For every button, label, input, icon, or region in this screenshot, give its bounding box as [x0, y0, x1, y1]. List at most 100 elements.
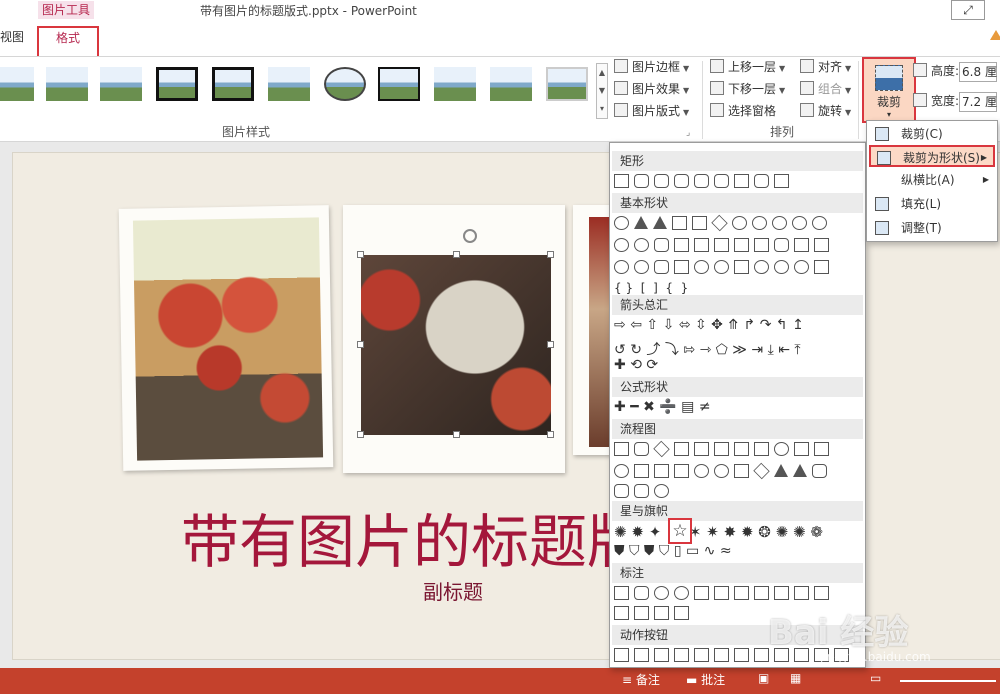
picture-style-thumb[interactable]	[100, 67, 142, 101]
resize-handle[interactable]	[357, 341, 364, 348]
trapezoid-icon[interactable]	[692, 215, 707, 230]
line-callout3-icon[interactable]	[734, 585, 749, 600]
menu-item-crop-to-shape[interactable]: 裁剪为形状(S) ▶	[869, 145, 995, 167]
rotate-button[interactable]: 旋转 ▼	[800, 101, 851, 121]
action-return-icon[interactable]	[734, 647, 749, 662]
round-rectangle-icon[interactable]	[754, 173, 769, 188]
slide-sorter-icon[interactable]: ▦	[790, 671, 801, 685]
down-callout-arrow-icon[interactable]: ⤓	[768, 342, 774, 358]
rounded-rectangle-icon[interactable]	[634, 173, 649, 188]
picture-border-button[interactable]: 图片边框 ▼	[614, 57, 689, 77]
double-bracket-icon[interactable]: { }	[614, 281, 633, 295]
u-turn-arrow-icon[interactable]: ↷	[760, 317, 772, 333]
left-arrow-icon[interactable]: ⇦	[630, 317, 642, 333]
resize-handle[interactable]	[453, 431, 460, 438]
oval-icon[interactable]	[614, 215, 629, 230]
gallery-up-icon[interactable]: ▲	[597, 64, 607, 82]
star12-icon[interactable]: ❂	[758, 523, 771, 541]
picture-style-thumb[interactable]	[0, 67, 34, 101]
chord-icon[interactable]	[634, 237, 649, 252]
right-arrow-icon[interactable]: ⇨	[614, 317, 626, 333]
down-arrow-icon[interactable]: ⇩	[663, 317, 675, 333]
line-callout-icon[interactable]	[694, 585, 709, 600]
width-input[interactable]: 7.2 厘	[959, 91, 998, 112]
accent-callout3-icon[interactable]	[814, 585, 829, 600]
star8-icon[interactable]: ✸	[724, 523, 737, 541]
resize-handle[interactable]	[547, 431, 554, 438]
accent-callout-icon[interactable]	[774, 585, 789, 600]
star5-icon[interactable]: ☆	[668, 518, 692, 544]
left-callout-arrow-icon[interactable]: ⇤	[778, 342, 790, 358]
chevron-icon[interactable]: ≫	[732, 342, 747, 358]
moon-icon[interactable]	[774, 259, 789, 274]
decision-icon[interactable]	[653, 440, 670, 457]
slideshow-icon[interactable]: ▭	[870, 671, 881, 685]
extract-icon[interactable]	[774, 464, 788, 477]
star7-icon[interactable]: ✷	[706, 523, 719, 541]
vertical-scroll-icon[interactable]: ▯	[674, 543, 682, 559]
pie-icon[interactable]	[614, 237, 629, 252]
divide-icon[interactable]: ➗	[659, 399, 676, 415]
arc-icon[interactable]	[814, 259, 829, 274]
menu-item-aspect-ratio[interactable]: 纵横比(A) ▶	[869, 169, 995, 191]
not-equal-icon[interactable]: ≠	[699, 399, 711, 415]
crop-button[interactable]: 裁剪 ▾	[862, 57, 916, 123]
punched-tape-icon[interactable]	[674, 463, 689, 478]
multidocument-icon[interactable]	[754, 441, 769, 456]
cube-icon[interactable]	[794, 237, 809, 252]
border-callout2-icon[interactable]	[634, 605, 649, 620]
wave-icon[interactable]: ∿	[704, 543, 716, 559]
align-button[interactable]: 对齐 ▼	[800, 57, 851, 77]
triangle-icon[interactable]	[634, 216, 648, 229]
frame-icon[interactable]	[674, 237, 689, 252]
connector-icon[interactable]	[614, 463, 629, 478]
rectangle-icon[interactable]	[734, 173, 749, 188]
equal-icon[interactable]: ▤	[681, 399, 694, 415]
explosion-icon[interactable]: ✺	[614, 523, 627, 541]
picture-style-thumb[interactable]	[156, 67, 198, 101]
minus-icon[interactable]: ━	[630, 399, 638, 415]
action-movie-icon[interactable]	[754, 647, 769, 662]
lightning-icon[interactable]	[734, 259, 749, 274]
menu-item-fit[interactable]: 调整(T)	[869, 217, 995, 239]
circular-arrow-icon[interactable]: ⟳	[646, 357, 658, 373]
up-down-arrow-icon[interactable]: ⇳	[695, 317, 707, 333]
magnetic-disk-icon[interactable]	[634, 483, 649, 498]
border-callout3-icon[interactable]	[654, 605, 669, 620]
plus-icon[interactable]: ✚	[614, 399, 626, 415]
star32-icon[interactable]: ❁	[810, 523, 823, 541]
curved-up-arrow-icon[interactable]: ⤴	[646, 342, 660, 358]
picture-style-thumb[interactable]	[46, 67, 88, 101]
folded-corner-icon[interactable]	[674, 259, 689, 274]
tab-view[interactable]: 视图	[0, 28, 24, 45]
action-beginning-icon[interactable]	[654, 647, 669, 662]
left-bracket-icon[interactable]: [	[641, 281, 646, 295]
picture-style-thumb[interactable]	[378, 67, 420, 101]
right-brace-icon[interactable]: }	[681, 281, 689, 295]
internal-storage-icon[interactable]	[714, 441, 729, 456]
diagonal-stripe-icon[interactable]	[734, 237, 749, 252]
fork-plate-photo[interactable]	[343, 205, 565, 473]
bring-forward-button[interactable]: 上移一层 ▼	[710, 57, 785, 77]
left-up-arrow-icon[interactable]: ↰	[776, 317, 788, 333]
picture-style-thumb[interactable]	[434, 67, 476, 101]
quad-arrow-icon[interactable]: ✥	[711, 317, 723, 333]
resize-handle[interactable]	[547, 251, 554, 258]
notched-arrow-icon[interactable]: ⇾	[699, 342, 711, 358]
process-icon[interactable]	[614, 441, 629, 456]
rectangle-icon[interactable]	[774, 173, 789, 188]
selection-pane-button[interactable]: 选择窗格	[710, 101, 776, 121]
rotate-handle-icon[interactable]	[463, 229, 477, 243]
collapse-ribbon-icon[interactable]	[990, 30, 1000, 40]
horizontal-scroll-icon[interactable]: ▭	[686, 543, 699, 559]
gallery-more-icon[interactable]: ▾	[597, 100, 607, 118]
rounded-callout-icon[interactable]	[634, 585, 649, 600]
comments-button[interactable]: ▬ 批注	[686, 671, 725, 688]
snip-rectangle-icon[interactable]	[654, 173, 669, 188]
picture-effects-button[interactable]: 图片效果 ▼	[614, 79, 689, 99]
snip-rectangle-icon[interactable]	[694, 173, 709, 188]
star16-icon[interactable]: ✺	[776, 523, 789, 541]
curved-down-arrow-icon[interactable]: ⤵	[665, 342, 679, 358]
half-frame-icon[interactable]	[694, 237, 709, 252]
menu-item-fill[interactable]: 填充(L)	[869, 193, 995, 215]
